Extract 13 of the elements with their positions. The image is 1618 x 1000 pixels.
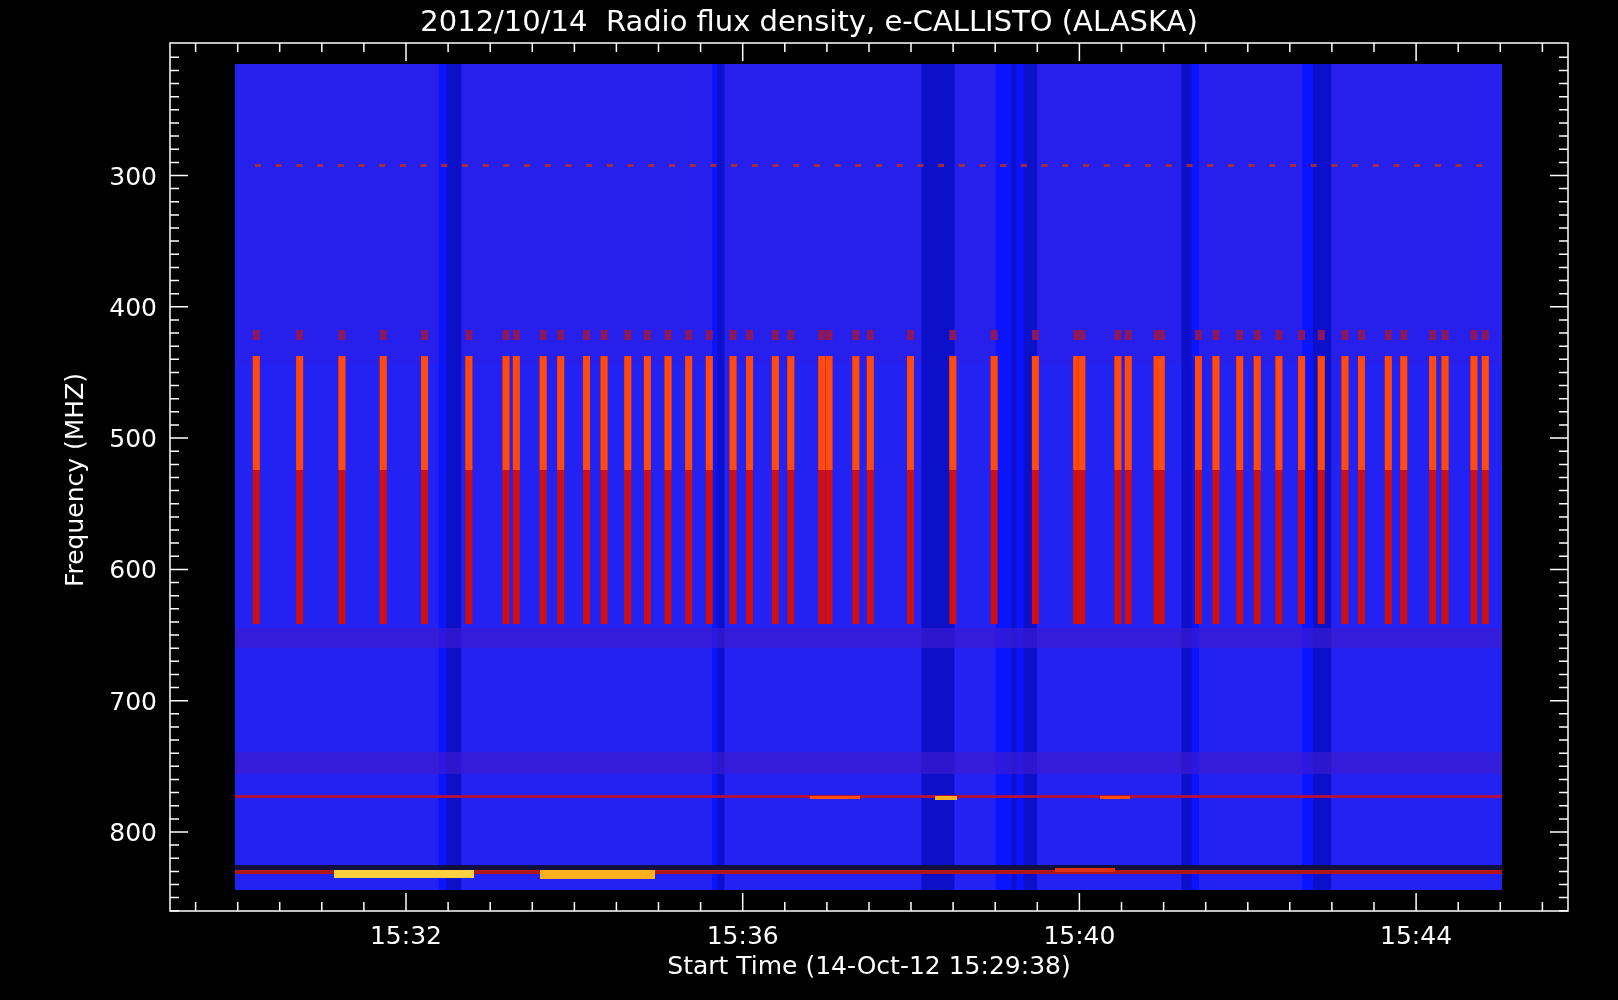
y-tick-label: 800 (109, 818, 157, 847)
y-tick-label: 600 (109, 555, 157, 585)
plot-title: 2012/10/14 Radio flux density, e-CALLISTO (ALASKA) (420, 4, 1198, 38)
y-tick-label: 700 (109, 686, 157, 716)
y-tick-label: 400 (109, 292, 157, 322)
x-axis-label: Start Time (14-Oct-12 15:29:38) (667, 951, 1071, 980)
x-tick-label: 15:40 (1043, 921, 1116, 950)
x-tick-label: 15:44 (1380, 921, 1453, 950)
x-tick-label: 15:36 (706, 921, 779, 950)
x-tick-label: 15:32 (370, 921, 442, 950)
y-tick-label: 300 (109, 161, 157, 191)
y-tick-label: 500 (109, 424, 157, 454)
y-axis-label: Frequency (MHZ) (60, 372, 89, 588)
